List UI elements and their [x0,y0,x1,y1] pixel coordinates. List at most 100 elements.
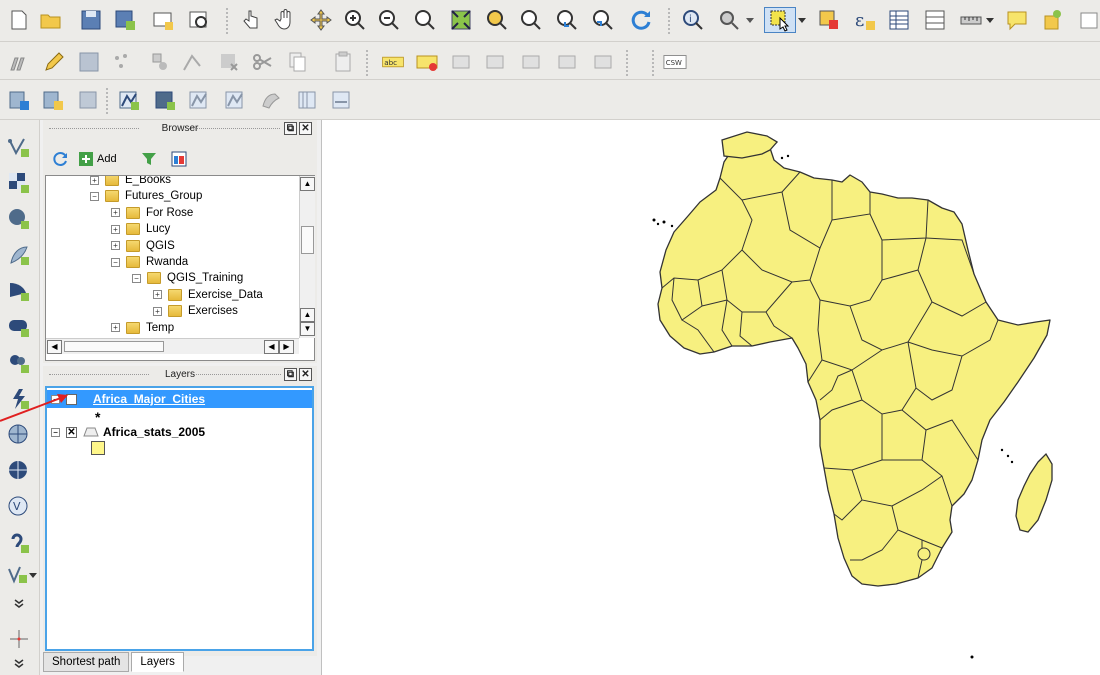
browser-tree-item[interactable]: − QGIS_Training [132,270,243,286]
expand-toggle[interactable]: − [51,427,60,437]
map-tips-icon[interactable] [1004,7,1030,33]
zoom-last-icon[interactable] [554,7,580,33]
show-hide-labels-icon[interactable] [482,49,508,75]
move-feature-icon[interactable] [146,49,172,75]
africa-outline[interactable] [657,134,1051,587]
touch-zoom-icon[interactable] [238,7,264,33]
raster-info-icon[interactable] [40,87,66,113]
add-postgis-layer-icon[interactable] [6,206,32,232]
browser-tree-item[interactable]: + Exercises [153,303,238,319]
attribute-table-icon[interactable] [886,7,912,33]
browser-tree-item[interactable]: − Futures_Group [90,188,202,204]
add-crosshair-icon[interactable] [6,626,32,652]
browser-tree-item[interactable]: + Exercise_Data [153,287,263,303]
close-panel-button[interactable]: ✕ [299,122,312,135]
csw-icon[interactable]: CSW [662,49,688,75]
add-delimited-text-icon[interactable] [6,530,32,556]
vector-tool-5-icon[interactable] [258,87,284,113]
dropdown-arrow-icon[interactable] [28,562,38,588]
save-as-icon[interactable] [112,7,138,33]
show-bookmarks-icon[interactable] [1076,7,1100,33]
close-panel-button[interactable]: ✕ [299,368,312,381]
africa-map[interactable] [322,120,1100,675]
node-tool-icon[interactable] [180,49,206,75]
zoom-next-icon[interactable] [590,7,616,33]
refresh-browser-button[interactable] [53,151,69,167]
tab-shortest-path[interactable]: Shortest path [43,652,130,672]
madagascar-outline[interactable] [1015,452,1053,533]
scroll-thumb[interactable] [301,226,314,254]
add-mssql-layer-icon[interactable] [6,278,32,304]
vector-tool-3-icon[interactable] [186,87,212,113]
expand-toolbar-icon[interactable] [6,590,32,616]
action-tool-icon[interactable] [716,7,742,33]
add-vector-layer-icon[interactable] [6,134,32,160]
browser-tree-item[interactable]: + QGIS [111,238,175,254]
select-by-expression-icon[interactable]: ε [852,7,878,33]
vector-tool-1-icon[interactable] [116,87,142,113]
tree-vertical-scrollbar[interactable]: ▲ ▲ ▼ [299,176,315,338]
vector-tool-4-icon[interactable] [222,87,248,113]
expand-toggle[interactable]: − [51,394,60,404]
float-panel-button[interactable]: ⧉ [284,122,297,135]
browser-tree-item[interactable]: + Temp [111,320,174,336]
add-wcs-layer-icon[interactable] [6,422,32,448]
raster-tool-icon[interactable] [76,87,102,113]
expand-toggle[interactable]: + [153,306,162,316]
pin-labels-icon[interactable] [448,49,474,75]
tree-horizontal-scrollbar[interactable]: ◀ ◀ ▶ [46,338,299,354]
copy-features-icon[interactable] [284,49,310,75]
add-oracle-layer-icon[interactable] [6,314,32,340]
open-project-icon[interactable] [38,7,64,33]
measure-line-icon[interactable] [958,7,984,33]
collapse-all-button[interactable] [171,151,187,167]
expand-toggle[interactable]: + [111,241,120,251]
browser-tree-item[interactable]: − Rwanda [111,254,188,270]
expand-toggle[interactable]: + [111,224,120,234]
float-panel-button[interactable]: ⧉ [284,368,297,381]
raster-calc-icon[interactable] [6,87,32,113]
expand-toggle[interactable]: − [111,257,120,267]
expand-toggle[interactable]: − [132,273,141,283]
pan-hand-icon[interactable] [272,7,298,33]
save-project-icon[interactable] [78,7,104,33]
expand-toggle[interactable]: + [111,208,120,218]
add-spatialite-layer-icon[interactable] [6,242,32,268]
scroll-left-button[interactable]: ◀ [47,340,62,354]
new-print-composer-icon[interactable] [150,7,176,33]
refresh-icon[interactable] [628,7,654,33]
identify-features-icon[interactable]: i [680,7,706,33]
scroll-thumb[interactable] [64,341,164,352]
tab-layers[interactable]: Layers [131,652,184,672]
deselect-all-icon[interactable] [816,7,842,33]
dropdown-arrow-icon[interactable] [744,7,756,33]
save-edits-icon[interactable] [76,49,102,75]
expand-toggle[interactable]: − [90,191,99,201]
layer-visibility-checkbox[interactable]: ✕ [66,426,77,438]
layer-row-africa-stats-2005[interactable]: − ✕ Africa_stats_2005 [47,423,205,441]
highlight-pinned-labels-icon[interactable] [414,49,440,75]
new-project-icon[interactable] [6,7,32,33]
zoom-in-icon[interactable] [342,7,368,33]
scroll-up-button[interactable]: ▲ [300,308,315,322]
zoom-to-layer-icon[interactable] [518,7,544,33]
add-raster-layer-icon[interactable] [6,170,32,196]
dropdown-arrow-icon[interactable] [984,7,996,33]
lesotho-outline[interactable] [917,547,931,561]
filter-browser-button[interactable] [141,151,157,167]
add-virtual-layer-icon[interactable]: V [6,494,32,520]
zoom-native-icon[interactable] [412,7,438,33]
layer-row-africa-major-cities[interactable]: − Africa_Major_Cities [47,390,312,408]
layer-labeling-icon[interactable]: abc [378,49,408,75]
statistics-icon[interactable] [922,7,948,33]
zoom-to-selection-icon[interactable] [484,7,510,33]
map-canvas[interactable] [321,120,1100,675]
move-label-icon[interactable] [518,49,544,75]
paste-features-icon[interactable] [330,49,356,75]
scroll-down-button[interactable]: ▼ [300,322,315,336]
zoom-full-icon[interactable] [448,7,474,33]
rotate-label-icon[interactable] [554,49,580,75]
layer-visibility-checkbox[interactable] [66,393,77,405]
expand-toggle[interactable]: + [111,323,120,333]
toggle-editing-icon[interactable] [40,49,66,75]
